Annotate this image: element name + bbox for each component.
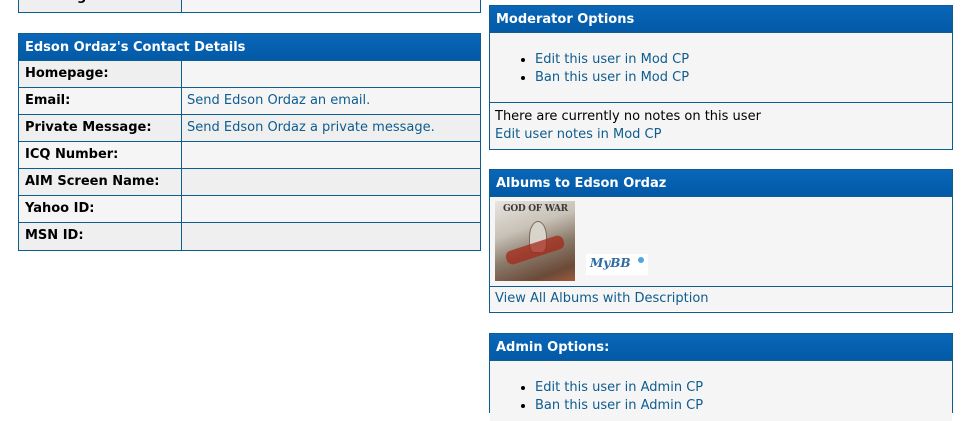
- contact-label: MSN ID:: [19, 223, 182, 250]
- contact-value: [182, 61, 480, 87]
- admin-options-panel: Admin Options: Edit this user in Admin C…: [489, 333, 953, 421]
- contact-value: [182, 196, 480, 222]
- edit-user-notes-link[interactable]: Edit user notes in Mod CP: [495, 126, 952, 144]
- moderator-links-section: Edit this user in Mod CP Ban this user i…: [490, 33, 952, 102]
- contact-row-yahoo: Yahoo ID:: [19, 196, 480, 223]
- albums-thumbnails: GOD OF WAR MyBB: [490, 197, 952, 286]
- mybb-logo-text: MyBB: [590, 256, 631, 270]
- contact-details-title: Edson Ordaz's Contact Details: [19, 34, 480, 61]
- ban-user-modcp-link[interactable]: Ban this user in Mod CP: [535, 70, 689, 85]
- album-thumbnail-mybb[interactable]: MyBB: [586, 254, 648, 275]
- contact-row-icq: ICQ Number:: [19, 142, 480, 169]
- edit-user-admincp-link[interactable]: Edit this user in Admin CP: [535, 380, 703, 395]
- admin-options-title: Admin Options:: [490, 334, 952, 361]
- contact-value: [182, 223, 480, 250]
- contact-row-private-message: Private Message: Send Edson Ordaz a priv…: [19, 115, 480, 142]
- ban-user-admincp-link[interactable]: Ban this user in Admin CP: [535, 398, 703, 413]
- moderator-options-panel: Moderator Options Edit this user in Mod …: [489, 5, 953, 150]
- send-private-message-link[interactable]: Send Edson Ordaz a private message.: [182, 115, 480, 141]
- album-thumbnail-caption: GOD OF WAR: [503, 204, 568, 214]
- contact-label: Email:: [19, 88, 182, 114]
- contact-label: Private Message:: [19, 115, 182, 141]
- album-thumbnail-god-of-war[interactable]: GOD OF WAR: [495, 201, 575, 281]
- moderator-notes-section: There are currently no notes on this use…: [490, 102, 952, 149]
- contact-label: AIM Screen Name:: [19, 169, 182, 195]
- contact-label: Homepage:: [19, 61, 182, 87]
- warning-level-label: Warning Level:: [19, 0, 182, 12]
- contact-row-aim: AIM Screen Name:: [19, 169, 480, 196]
- admin-links-section: Edit this user in Admin CP Ban this user…: [490, 361, 952, 421]
- contact-value: [182, 142, 480, 168]
- send-email-link[interactable]: Send Edson Ordaz an email.: [182, 88, 480, 114]
- contact-row-msn: MSN ID:: [19, 223, 480, 250]
- edit-user-modcp-link[interactable]: Edit this user in Mod CP: [535, 52, 689, 67]
- contact-value: [182, 169, 480, 195]
- mybb-logo-icon: [638, 257, 644, 263]
- contact-details-table: Edson Ordaz's Contact Details Homepage: …: [18, 33, 481, 251]
- albums-title: Albums to Edson Ordaz: [490, 170, 952, 197]
- view-albums-section: View All Albums with Description: [490, 286, 952, 311]
- moderator-options-title: Moderator Options: [490, 6, 952, 33]
- contact-label: Yahoo ID:: [19, 196, 182, 222]
- warning-level-value[interactable]: 0 %: [182, 0, 480, 12]
- contact-row-homepage: Homepage:: [19, 61, 480, 88]
- albums-panel: Albums to Edson Ordaz GOD OF WAR MyBB Vi…: [489, 169, 953, 313]
- view-all-albums-link[interactable]: View All Albums with Description: [495, 291, 709, 306]
- warning-level-table: Warning Level: 0 %: [18, 0, 481, 13]
- no-notes-text: There are currently no notes on this use…: [495, 109, 761, 124]
- contact-row-email: Email: Send Edson Ordaz an email.: [19, 88, 480, 115]
- contact-label: ICQ Number:: [19, 142, 182, 168]
